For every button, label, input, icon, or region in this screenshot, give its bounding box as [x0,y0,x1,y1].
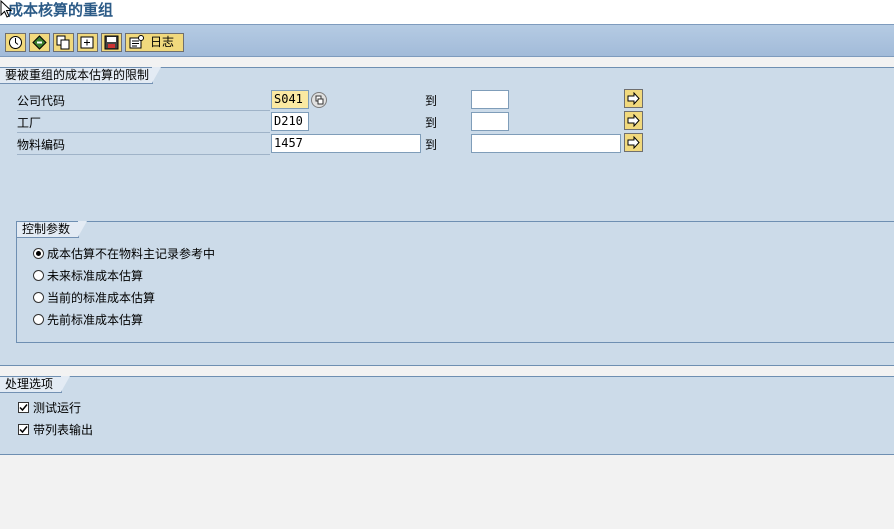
company-code-label: 公司代码 [17,92,270,111]
radio-button[interactable] [33,248,44,259]
radio-label: 当前的标准成本估算 [47,291,156,305]
title-bar: 成本核算的重组 [0,0,894,24]
company-code-multiple-selection-button[interactable] [624,89,643,108]
list-output-checkbox[interactable] [18,424,29,435]
restriction-heading: 要被重组的成本估算的限制 [0,67,161,84]
test-run-label: 测试运行 [33,401,82,415]
checkmark-icon [19,426,28,434]
control-parameters-heading: 控制参数 [17,221,87,238]
log-button[interactable]: 日志 [125,33,184,52]
processing-options-section: 处理选项 测试运行 带列表输出 [0,376,894,455]
execute-icon [9,36,22,49]
execute-button[interactable] [5,33,26,52]
save-icon [104,35,119,50]
arrow-right-icon [627,136,640,149]
log-icon [129,35,144,49]
get-variant-button[interactable] [29,33,50,52]
test-run-checkbox[interactable] [18,402,29,413]
radio-button[interactable] [33,270,44,281]
material-multiple-selection-button[interactable] [624,133,643,152]
material-to-input[interactable] [471,134,621,153]
page-title: 成本核算的重组 [8,1,114,19]
checkmark-icon [19,404,28,412]
plant-multiple-selection-button[interactable] [624,111,643,130]
material-from-input[interactable]: 1457 [271,134,421,153]
plant-to-input[interactable] [471,112,509,131]
copy-button[interactable] [53,33,74,52]
value-help-icon [315,95,324,105]
company-code-to-input[interactable] [471,90,509,109]
application-toolbar: 日志 [0,24,894,57]
value-help-button[interactable] [311,92,327,108]
radio-label: 成本估算不在物料主记录参考中 [47,247,216,261]
select-button[interactable] [77,33,98,52]
list-output-label: 带列表输出 [33,423,94,437]
material-to-label: 到 [425,138,438,152]
log-button-label: 日志 [150,35,175,49]
arrow-right-icon [627,114,640,127]
processing-options-heading: 处理选项 [0,376,70,393]
mouse-cursor-icon [0,0,12,18]
plant-to-label: 到 [425,116,438,130]
copy-icon [56,35,70,50]
company-code-from-input[interactable]: S041 [271,90,309,109]
save-button[interactable] [101,33,122,52]
select-icon [80,36,94,49]
plant-label: 工厂 [17,114,270,133]
radio-button[interactable] [33,314,44,325]
arrow-right-icon [627,92,640,105]
radio-label: 先前标准成本估算 [47,313,144,327]
company-code-to-label: 到 [425,94,438,108]
variant-icon [32,35,47,50]
radio-label: 未来标准成本估算 [47,269,144,283]
plant-from-input[interactable]: D210 [271,112,309,131]
material-number-label: 物料编码 [17,136,270,155]
radio-button[interactable] [33,292,44,303]
control-parameters-frame: 控制参数 成本估算不在物料主记录参考中 未来标准成本估算 当前的标准成本估算 先… [16,221,894,343]
